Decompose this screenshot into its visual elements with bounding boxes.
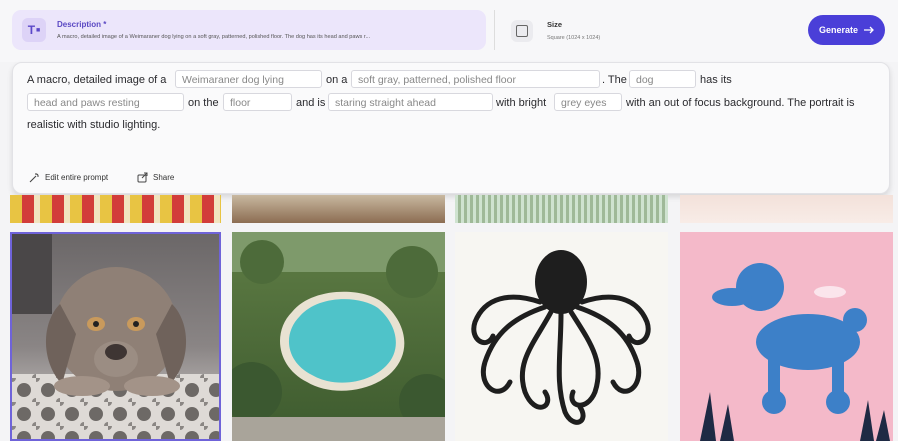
prompt-slot-subject[interactable]: Weimaraner dog lying <box>175 70 322 88</box>
prompt-text: on the <box>188 97 219 109</box>
generate-label: Generate <box>818 25 859 35</box>
divider <box>494 10 495 50</box>
pool-illustration <box>232 232 445 441</box>
prompt-text: has its <box>700 74 732 86</box>
prompt-text: with bright <box>496 97 547 109</box>
square-icon[interactable] <box>511 20 533 42</box>
garden-pool-image[interactable] <box>232 232 445 441</box>
edit-prompt-label: Edit entire prompt <box>45 173 109 182</box>
share-button[interactable]: Share <box>137 172 174 183</box>
description-text: A macro, detailed image of a Weimaraner … <box>57 34 371 40</box>
prompt-slot-eyes[interactable]: grey eyes <box>554 93 622 111</box>
arrow-right-icon <box>864 26 874 34</box>
prompt-text: A macro, detailed image of a <box>27 74 167 86</box>
description-field[interactable]: T ■ Description * A macro, detailed image… <box>12 10 486 50</box>
octopus-illustration <box>471 250 651 425</box>
top-bar: T ■ Description * A macro, detailed image… <box>0 0 898 62</box>
description-label: Description * <box>57 20 107 29</box>
prompt-text: realistic with studio lighting. <box>27 119 161 131</box>
prompt-text: with an out of focus background. The por… <box>626 97 855 109</box>
prompt-text: . The <box>602 74 627 86</box>
blue-poodle-illustration-image[interactable] <box>680 232 893 441</box>
prompt-text: on a <box>326 74 348 86</box>
octopus-illustration-image[interactable] <box>455 232 668 441</box>
gallery-image[interactable] <box>232 195 445 223</box>
poodle-illustration <box>700 263 890 441</box>
prompt-slot-animal[interactable]: dog <box>629 70 696 88</box>
weimaraner-dog-image[interactable] <box>10 232 221 441</box>
magic-wand-icon <box>29 173 39 183</box>
size-value[interactable]: Square (1024 x 1024) <box>547 35 600 41</box>
gallery-image[interactable] <box>10 195 221 223</box>
prompt-slot-gaze[interactable]: staring straight ahead <box>328 93 493 111</box>
size-label: Size <box>547 20 563 29</box>
gallery-image[interactable] <box>455 195 668 223</box>
prompt-slot-pose[interactable]: head and paws resting <box>27 93 184 111</box>
prompt-editor: A macro, detailed image of a Weimaraner … <box>12 62 890 194</box>
prompt-slot-surface[interactable]: soft gray, patterned, polished floor <box>351 70 600 88</box>
edit-prompt-button[interactable]: Edit entire prompt <box>29 172 108 183</box>
text-format-icon: T ■ <box>22 18 46 42</box>
share-label: Share <box>153 173 175 182</box>
prompt-slot-location[interactable]: floor <box>223 93 292 111</box>
generate-button[interactable]: Generate <box>808 15 885 45</box>
prompt-text: and is <box>296 97 326 109</box>
share-icon <box>137 172 148 183</box>
dog-illustration <box>12 234 219 439</box>
gallery-image[interactable] <box>680 195 893 223</box>
